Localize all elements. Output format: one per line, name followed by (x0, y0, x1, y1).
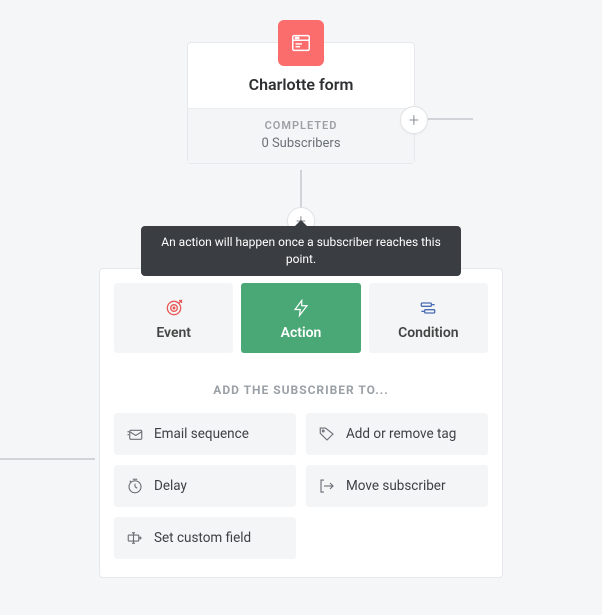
tag-icon (318, 425, 336, 443)
option-move-subscriber[interactable]: Move subscriber (306, 465, 488, 507)
email-sequence-icon (126, 425, 144, 443)
workflow-node-card[interactable]: Charlotte form COMPLETED 0 Subscribers (187, 42, 415, 164)
option-set-custom-field[interactable]: Set custom field (114, 517, 296, 559)
action-options-grid: Email sequence Add or remove tag Delay (114, 413, 488, 559)
add-branch-button[interactable]: + (400, 106, 428, 134)
custom-field-icon (126, 529, 144, 547)
tab-condition[interactable]: Condition (369, 283, 488, 353)
lightning-icon (245, 297, 356, 319)
tab-action[interactable]: Action (241, 283, 360, 353)
condition-icon (373, 297, 484, 319)
node-footer: COMPLETED 0 Subscribers (188, 108, 414, 163)
tab-label: Condition (373, 325, 484, 341)
node-subscribers: 0 Subscribers (198, 136, 404, 151)
node-status: COMPLETED (198, 119, 404, 132)
plus-icon: + (409, 110, 419, 131)
form-icon (278, 20, 324, 66)
move-icon (318, 477, 336, 495)
tab-label: Action (245, 325, 356, 341)
target-icon (118, 297, 229, 319)
step-type-tabs: Event Action Condition (114, 283, 488, 353)
connector-line (0, 458, 95, 460)
option-label: Move subscriber (346, 478, 446, 494)
option-add-remove-tag[interactable]: Add or remove tag (306, 413, 488, 455)
option-label: Email sequence (154, 426, 249, 442)
option-delay[interactable]: Delay (114, 465, 296, 507)
option-email-sequence[interactable]: Email sequence (114, 413, 296, 455)
option-label: Add or remove tag (346, 426, 456, 442)
option-label: Set custom field (154, 530, 251, 546)
tab-label: Event (118, 325, 229, 341)
tooltip: An action will happen once a subscriber … (141, 226, 461, 276)
step-type-panel: Event Action Condition ADD THE SUBS (99, 268, 503, 578)
section-title: ADD THE SUBSCRIBER TO... (114, 383, 488, 397)
option-label: Delay (154, 478, 187, 494)
clock-icon (126, 477, 144, 495)
tab-event[interactable]: Event (114, 283, 233, 353)
